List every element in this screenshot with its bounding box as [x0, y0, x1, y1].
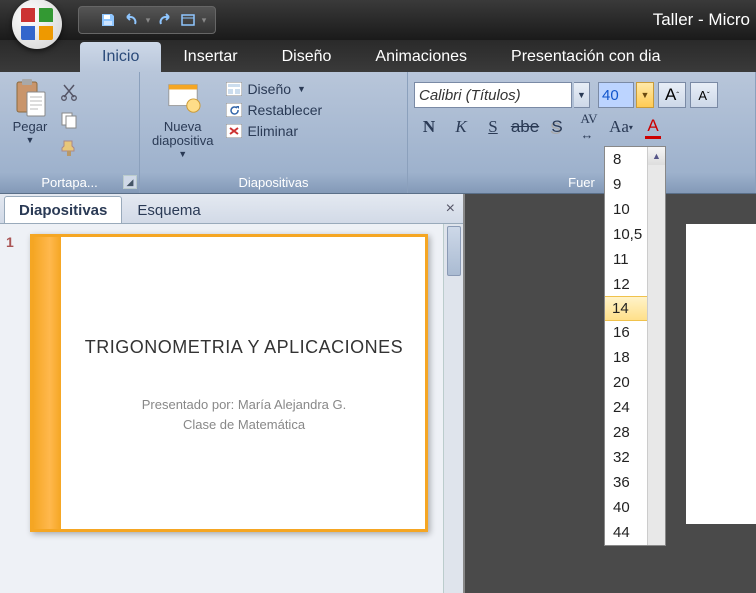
char-spacing-button[interactable]: AV↔: [574, 114, 604, 140]
layout-icon: [225, 81, 243, 97]
qat-dropdown-icon[interactable]: ▾: [201, 15, 207, 26]
slide-subtitle-2: Clase de Matemática: [83, 417, 405, 432]
font-color-button[interactable]: A: [638, 114, 668, 140]
tab-animaciones[interactable]: Animaciones: [353, 42, 489, 72]
scroll-up-icon[interactable]: ▲: [648, 147, 665, 165]
thumbnails-scrollbar[interactable]: [443, 224, 463, 593]
caret-down-icon: ▼: [297, 84, 306, 94]
pegar-button[interactable]: Pegar ▼: [6, 76, 54, 147]
diseno-button[interactable]: Diseño ▼: [223, 80, 324, 98]
tab-presentacion[interactable]: Presentación con dia: [489, 42, 682, 72]
font-name-dropdown-icon[interactable]: ▼: [574, 82, 590, 108]
quick-access-toolbar: ▾ ▾: [78, 6, 216, 34]
new-slide-icon: [165, 78, 201, 118]
save-icon[interactable]: [97, 10, 119, 30]
font-size-input[interactable]: 40: [598, 82, 634, 108]
undo-icon[interactable]: [121, 10, 143, 30]
slide-panel: Diapositivas Esquema × 1 TRIGONOMETRIA Y…: [0, 194, 465, 593]
underline-button[interactable]: S: [478, 114, 508, 140]
group-label-diapositivas: Diapositivas: [140, 173, 407, 193]
qat-extra-icon[interactable]: [177, 10, 199, 30]
slide-accent-bar: [33, 237, 61, 529]
dialog-launcher-icon[interactable]: ◢: [123, 175, 137, 189]
format-painter-icon[interactable]: [56, 136, 82, 160]
restablecer-label: Restablecer: [247, 102, 322, 118]
slide-thumbnail[interactable]: TRIGONOMETRIA Y APLICACIONES Presentado …: [30, 234, 428, 532]
copy-icon[interactable]: [56, 108, 82, 132]
ribbon-tabs: Inicio Insertar Diseño Animaciones Prese…: [0, 40, 756, 72]
panel-tab-diapositivas[interactable]: Diapositivas: [4, 196, 122, 223]
strikethrough-button[interactable]: abe: [510, 114, 540, 140]
group-label-fuente: Fuer: [408, 173, 755, 193]
pegar-label: Pegar: [13, 120, 48, 134]
redo-icon[interactable]: [153, 10, 175, 30]
italic-button[interactable]: K: [446, 114, 476, 140]
text-shadow-button[interactable]: SS: [542, 114, 572, 140]
office-logo-icon: [21, 8, 53, 40]
font-size-dropdown-list: 891010,5111214161820242832364044 ▲: [604, 146, 666, 546]
tab-insertar[interactable]: Insertar: [161, 42, 259, 72]
reset-icon: [225, 102, 243, 118]
caret-down-icon: ▼: [26, 135, 35, 145]
delete-slide-icon: [225, 123, 243, 139]
change-case-button[interactable]: Aa▾: [606, 114, 636, 140]
cut-icon[interactable]: [56, 80, 82, 104]
panel-tab-esquema[interactable]: Esquema: [122, 196, 215, 223]
restablecer-button[interactable]: Restablecer: [223, 101, 324, 119]
nueva-diapositiva-button[interactable]: Nueva diapositiva ▼: [146, 76, 219, 161]
ribbon-group-fuente: Calibri (Títulos) ▼ 40 ▼ Aˆ Aˇ N K S abe…: [408, 72, 756, 193]
tab-diseno[interactable]: Diseño: [260, 42, 354, 72]
font-name-input[interactable]: Calibri (Títulos): [414, 82, 572, 108]
panel-tabs: Diapositivas Esquema ×: [0, 194, 463, 224]
slide-subtitle-1: Presentado por: María Alejandra G.: [83, 397, 405, 412]
shrink-font-button[interactable]: Aˇ: [690, 82, 718, 108]
slide-canvas[interactable]: [686, 224, 756, 524]
ribbon-group-diapositivas: Nueva diapositiva ▼ Diseño ▼ Restablecer…: [140, 72, 408, 193]
font-size-dropdown-icon[interactable]: ▼: [636, 82, 654, 108]
thumbnails-area: 1 TRIGONOMETRIA Y APLICACIONES Presentad…: [0, 224, 463, 593]
tab-inicio[interactable]: Inicio: [80, 42, 161, 72]
panel-close-icon[interactable]: ×: [446, 200, 455, 218]
qat-separator: ▾: [145, 15, 151, 26]
diseno-label: Diseño: [247, 81, 291, 97]
bold-button[interactable]: N: [414, 114, 444, 140]
ribbon-group-portapapeles: Pegar ▼ Portapa...◢: [0, 72, 140, 193]
eliminar-label: Eliminar: [247, 123, 298, 139]
dropdown-scrollbar[interactable]: ▲: [647, 147, 665, 545]
office-button[interactable]: [12, 0, 62, 49]
window-title: Taller - Micro: [653, 10, 750, 30]
slide-title-text: TRIGONOMETRIA Y APLICACIONES: [83, 337, 405, 358]
paste-icon: [12, 78, 48, 118]
group-label-portapapeles: Portapa...◢: [0, 173, 139, 193]
grow-font-button[interactable]: Aˆ: [658, 82, 686, 108]
caret-down-icon: ▼: [178, 149, 187, 159]
eliminar-button[interactable]: Eliminar: [223, 122, 324, 140]
slide-number: 1: [6, 234, 14, 250]
nueva-diapositiva-label: Nueva diapositiva: [152, 120, 213, 148]
title-bar: ▾ ▾ Taller - Micro: [0, 0, 756, 40]
